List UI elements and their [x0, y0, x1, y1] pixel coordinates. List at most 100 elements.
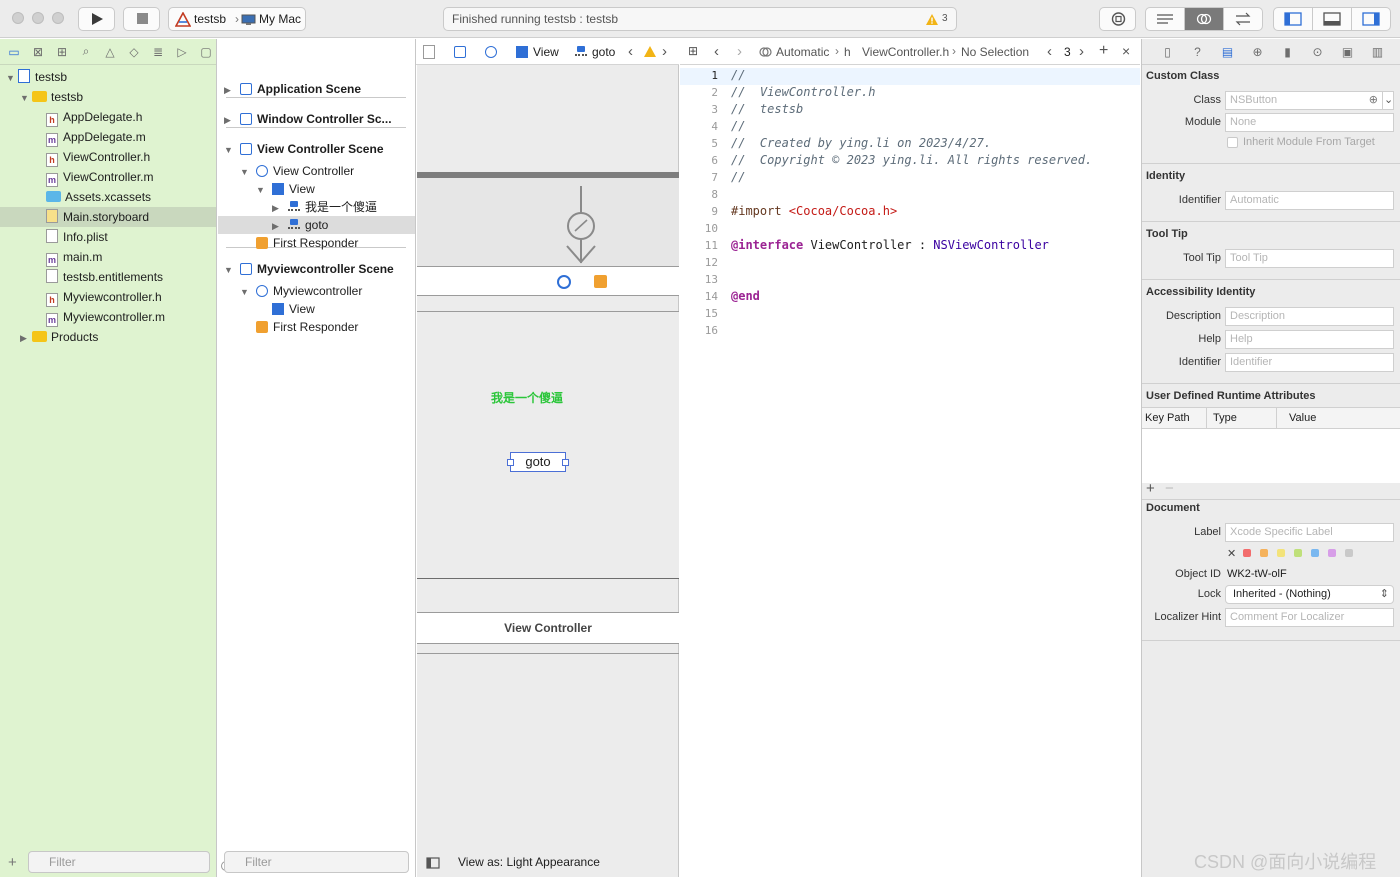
- navigator-item[interactable]: Assets.xcassets: [0, 187, 216, 207]
- tooltip-field[interactable]: Tool Tip: [1225, 249, 1394, 268]
- related-items-icon[interactable]: ⊞: [688, 44, 698, 58]
- navigator-item[interactable]: m ViewController.m: [0, 167, 216, 187]
- navigator-item[interactable]: Main.storyboard: [0, 207, 216, 227]
- outline-filter-input[interactable]: Filter: [224, 851, 409, 873]
- canvas-label[interactable]: 我是一个傻逼: [491, 389, 563, 406]
- label-color-swatch[interactable]: [1260, 549, 1269, 557]
- outline-item[interactable]: ▶ Window Controller Sc...: [218, 110, 415, 128]
- label-color-swatch[interactable]: [1243, 549, 1252, 557]
- back-icon[interactable]: ‹: [714, 43, 719, 60]
- disclosure-open-icon[interactable]: ▼: [240, 163, 252, 181]
- scheme-selector[interactable]: testsb › My Mac: [168, 7, 306, 31]
- localizer-hint-field[interactable]: Comment For Localizer: [1225, 608, 1394, 627]
- prev-issue-icon[interactable]: ‹: [628, 43, 633, 60]
- symbol-icon[interactable]: ⊞: [52, 44, 72, 60]
- jump-view[interactable]: View: [516, 45, 559, 59]
- attributes-inspector-icon[interactable]: ⊕: [1247, 45, 1268, 59]
- remove-attribute-icon[interactable]: −: [1165, 480, 1174, 497]
- navigator-filter-input[interactable]: Filter: [28, 851, 210, 873]
- outline-item[interactable]: ▼ Myviewcontroller: [218, 282, 415, 300]
- clear-color-icon[interactable]: ✕: [1227, 548, 1236, 560]
- disclosure-closed-icon[interactable]: ▶: [224, 111, 236, 129]
- assistant-editor-button[interactable]: [1185, 8, 1224, 30]
- forward-icon[interactable]: ›: [737, 43, 742, 60]
- report-icon[interactable]: ▢: [196, 44, 216, 60]
- standard-editor-button[interactable]: [1146, 8, 1185, 30]
- breakpoint-icon[interactable]: ▷: [172, 44, 192, 60]
- description-field[interactable]: Description: [1225, 307, 1394, 326]
- add-icon[interactable]: +: [8, 854, 17, 871]
- toggle-inspector-button[interactable]: [1352, 8, 1390, 30]
- outline-toggle-icon[interactable]: [426, 857, 440, 869]
- window-minimize-button[interactable]: [32, 12, 44, 24]
- outline-item[interactable]: First Responder: [218, 234, 415, 252]
- outline-item[interactable]: First Responder: [218, 318, 415, 336]
- label-color-swatch[interactable]: [1311, 549, 1320, 557]
- help-inspector-icon[interactable]: ?: [1187, 45, 1208, 59]
- close-icon[interactable]: ×: [1122, 43, 1130, 59]
- folder-icon[interactable]: ▭: [4, 44, 24, 60]
- toggle-navigator-button[interactable]: [1274, 8, 1313, 30]
- disclosure-closed-icon[interactable]: ▶: [20, 328, 32, 348]
- disclosure-open-icon[interactable]: ▼: [20, 88, 32, 108]
- identifier-field[interactable]: Automatic: [1225, 191, 1394, 210]
- next-counterpart-icon[interactable]: ›: [1079, 43, 1084, 60]
- view-controller-dock-icon[interactable]: [557, 275, 571, 289]
- jump-scene-icon[interactable]: [454, 46, 466, 58]
- first-responder-dock-icon[interactable]: [594, 275, 607, 288]
- size-inspector-icon[interactable]: ▮: [1277, 45, 1298, 59]
- label-color-swatch[interactable]: [1277, 549, 1286, 557]
- outline-item[interactable]: ▶ 我是一个傻逼: [218, 198, 415, 216]
- navigator-item[interactable]: ▼ testsb: [0, 87, 216, 107]
- add-editor-icon[interactable]: +: [1099, 42, 1108, 60]
- source-editor[interactable]: 1 // 2 // ViewController.h 3 // testsb 4 // 5 // …: [680, 65, 1140, 877]
- search-icon[interactable]: ⌕: [76, 44, 96, 60]
- navigator-item[interactable]: h AppDelegate.h: [0, 107, 216, 127]
- disclosure-open-icon[interactable]: ▼: [240, 283, 252, 301]
- resize-handle[interactable]: [507, 459, 514, 466]
- next-issue-icon[interactable]: ›: [662, 43, 667, 60]
- stop-button[interactable]: [123, 7, 160, 31]
- disclosure-closed-icon[interactable]: ▶: [224, 81, 236, 99]
- col-value[interactable]: Value: [1289, 412, 1316, 424]
- accessibility-identifier-field[interactable]: Identifier: [1225, 353, 1394, 372]
- go-to-class-icon[interactable]: ⊕: [1369, 92, 1378, 109]
- help-field[interactable]: Help: [1225, 330, 1394, 349]
- jump-vc-icon[interactable]: [485, 46, 497, 58]
- navigator-item[interactable]: h Myviewcontroller.h: [0, 287, 216, 307]
- col-keypath[interactable]: Key Path: [1145, 412, 1190, 424]
- outline-item[interactable]: ▶ goto: [218, 216, 415, 234]
- debug-icon[interactable]: ≣: [148, 44, 168, 60]
- test-icon[interactable]: ◇: [124, 44, 144, 60]
- source-control-icon[interactable]: ⊠: [28, 44, 48, 60]
- navigator-item[interactable]: m main.m: [0, 247, 216, 267]
- disclosure-open-icon[interactable]: ▼: [256, 181, 268, 199]
- warning-icon[interactable]: [925, 13, 939, 26]
- issue-icon[interactable]: △: [100, 44, 120, 60]
- label-color-swatch[interactable]: [1345, 549, 1354, 557]
- connections-inspector-icon[interactable]: ⊙: [1307, 45, 1328, 59]
- class-field[interactable]: NSButton ⊕: [1225, 91, 1383, 110]
- warning-icon[interactable]: [643, 45, 657, 58]
- label-color-swatch[interactable]: [1328, 549, 1337, 557]
- add-attribute-icon[interactable]: +: [1146, 480, 1155, 497]
- library-button[interactable]: [1099, 7, 1136, 31]
- identity-inspector-icon[interactable]: ▤: [1217, 45, 1238, 59]
- navigator-item[interactable]: h ViewController.h: [0, 147, 216, 167]
- version-editor-button[interactable]: [1224, 8, 1262, 30]
- segue-arrow-icon[interactable]: [562, 186, 600, 266]
- navigator-item[interactable]: ▶ Products: [0, 327, 216, 347]
- outline-item[interactable]: ▼ View: [218, 180, 415, 198]
- window-close-button[interactable]: [12, 12, 24, 24]
- bindings-inspector-icon[interactable]: ▣: [1337, 45, 1358, 59]
- doc-label-field[interactable]: Xcode Specific Label: [1225, 523, 1394, 542]
- view-as-label[interactable]: View as: Light Appearance: [458, 855, 600, 869]
- window-zoom-button[interactable]: [52, 12, 64, 24]
- resize-handle[interactable]: [562, 459, 569, 466]
- jump-file-icon-2[interactable]: [423, 45, 435, 59]
- navigator-item[interactable]: m AppDelegate.m: [0, 127, 216, 147]
- outline-item[interactable]: ▶ Application Scene: [218, 80, 415, 98]
- editor-file[interactable]: ViewController.h: [862, 45, 949, 59]
- assistant-mode[interactable]: Automatic: [776, 45, 829, 59]
- lock-select[interactable]: Inherited - (Nothing) ⇕: [1225, 585, 1394, 604]
